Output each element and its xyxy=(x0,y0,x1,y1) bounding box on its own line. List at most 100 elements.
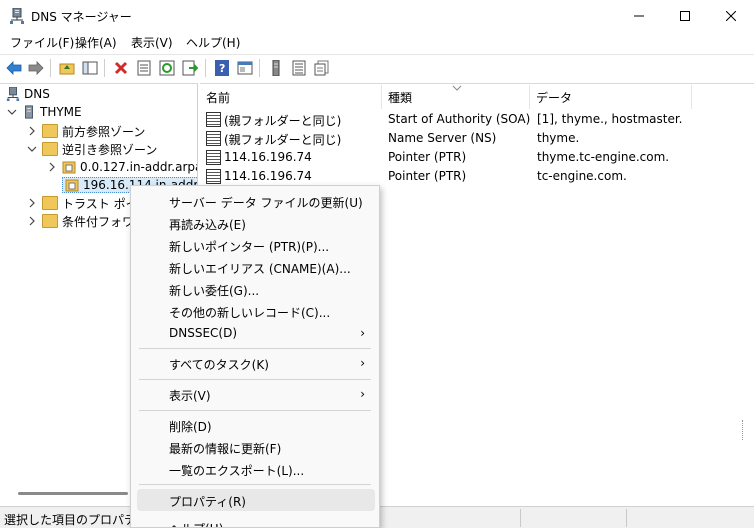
maximize-button[interactable] xyxy=(662,0,708,31)
table-row[interactable]: 114.16.196.74 Pointer (PTR) thyme.tc-eng… xyxy=(200,148,754,167)
row-name: 114.16.196.74 xyxy=(224,169,312,183)
back-arrow-icon[interactable] xyxy=(5,59,23,77)
list-icon[interactable] xyxy=(290,59,308,77)
record-icon xyxy=(206,150,221,165)
menu-item-refresh[interactable]: 最新の情報に更新(F) xyxy=(137,436,375,458)
record-icon xyxy=(206,112,221,127)
dns-icon xyxy=(6,87,20,101)
help-icon[interactable]: ? xyxy=(213,59,231,77)
menu-item-new-pointer[interactable]: 新しいポインター (PTR)(P)... xyxy=(137,234,375,256)
zone-icon xyxy=(62,161,76,174)
chevron-right-icon: › xyxy=(360,387,365,401)
row-type: Pointer (PTR) xyxy=(388,150,467,164)
menu-item-new-delegation[interactable]: 新しい委任(G)... xyxy=(137,278,375,300)
chevron-right-icon[interactable] xyxy=(26,125,38,137)
menu-help[interactable]: ヘルプ(H) xyxy=(186,34,240,51)
menu-item-reload[interactable]: 再読み込み(E) xyxy=(137,212,375,234)
tree-label-forward-zones: 前方参照ゾーン xyxy=(62,124,146,139)
row-type: Start of Authority (SOA) xyxy=(388,112,531,126)
console-tree-icon[interactable] xyxy=(236,59,254,77)
tree-node-zone-127[interactable]: 0.0.127.in-addr.arpa xyxy=(46,158,198,176)
menu-separator xyxy=(139,348,371,349)
menu-item-new-alias[interactable]: 新しいエイリアス (CNAME)(A)... xyxy=(137,256,375,278)
chevron-right-icon[interactable] xyxy=(46,161,58,173)
menu-action[interactable]: 操作(A) xyxy=(75,34,117,51)
forward-arrow-icon[interactable] xyxy=(27,59,45,77)
divider xyxy=(520,509,521,527)
table-row[interactable]: 114.16.196.74 Pointer (PTR) tc-engine.co… xyxy=(200,167,754,186)
chevron-right-icon[interactable] xyxy=(26,197,38,209)
row-name: (親フォルダーと同じ) xyxy=(224,133,342,147)
menu-separator xyxy=(139,379,371,380)
tree-node-dns[interactable]: DNS xyxy=(6,85,50,103)
close-button[interactable] xyxy=(708,0,754,31)
tree-node-forward-zones[interactable]: 前方参照ゾーン xyxy=(26,122,145,140)
menu-item-properties[interactable]: プロパティ(R) xyxy=(137,489,375,511)
minimize-icon xyxy=(634,15,644,16)
scrollbar-thumb[interactable] xyxy=(18,492,128,495)
chevron-right-icon[interactable] xyxy=(26,215,38,227)
table-row[interactable]: (親フォルダーと同じ) Name Server (NS) thyme. xyxy=(200,129,754,148)
menu-file[interactable]: ファイル(F) xyxy=(10,34,74,51)
chevron-down-icon[interactable] xyxy=(26,143,38,155)
refresh-icon[interactable] xyxy=(158,59,176,77)
menu-item-export-list[interactable]: 一覧のエクスポート(L)... xyxy=(137,458,375,480)
tree-label-server: THYME xyxy=(40,105,82,119)
column-header-name[interactable]: 名前 xyxy=(200,85,382,109)
row-name: (親フォルダーと同じ) xyxy=(224,114,342,128)
svg-text:?: ? xyxy=(219,62,225,75)
row-type: Pointer (PTR) xyxy=(388,169,467,183)
tree-label-reverse-zones: 逆引き参照ゾーン xyxy=(62,142,158,157)
context-menu: サーバー データ ファイルの更新(U) 再読み込み(E) 新しいポインター (P… xyxy=(130,185,380,528)
dns-manager-window: DNS マネージャー ファイル(F) 操作(A) 表示(V) ヘルプ(H) ? … xyxy=(0,0,754,528)
server-icon xyxy=(25,105,33,119)
menu-item-delete[interactable]: 削除(D) xyxy=(137,414,375,436)
divider xyxy=(626,509,627,527)
record-icon xyxy=(206,169,221,184)
chevron-down-icon[interactable] xyxy=(6,106,18,118)
divider xyxy=(742,420,743,440)
row-data: thyme. xyxy=(537,131,580,145)
toolbar: ? xyxy=(0,54,754,81)
chevron-right-icon: › xyxy=(360,356,365,370)
server-icon[interactable] xyxy=(267,59,285,77)
tree-node-conditional-forwarders[interactable]: 条件付フォワー xyxy=(26,212,146,230)
folder-icon xyxy=(42,214,58,228)
tree-node-server[interactable]: THYME xyxy=(6,103,82,121)
folder-icon xyxy=(42,142,58,156)
menu-item-other-records[interactable]: その他の新しいレコード(C)... xyxy=(137,300,375,322)
delete-icon[interactable] xyxy=(112,59,130,77)
export-icon[interactable] xyxy=(181,59,199,77)
chevron-right-icon: › xyxy=(360,326,365,340)
record-icon xyxy=(206,131,221,146)
window-title: DNS マネージャー xyxy=(31,10,132,24)
tree-node-reverse-zones[interactable]: 逆引き参照ゾーン xyxy=(26,140,157,158)
tree-label-zone-127: 0.0.127.in-addr.arpa xyxy=(80,160,198,174)
copy-icon[interactable] xyxy=(313,59,331,77)
up-folder-icon[interactable] xyxy=(58,59,76,77)
dns-app-icon xyxy=(10,8,24,24)
minimize-button[interactable] xyxy=(616,0,662,31)
show-hide-tree-icon[interactable] xyxy=(81,59,99,77)
row-data: thyme.tc-engine.com. xyxy=(537,150,670,164)
row-data: tc-engine.com. xyxy=(537,169,627,183)
menu-item-update-server-data[interactable]: サーバー データ ファイルの更新(U) xyxy=(137,190,375,212)
column-header-data[interactable]: データ xyxy=(530,85,692,109)
properties-icon[interactable] xyxy=(135,59,153,77)
title-bar: DNS マネージャー xyxy=(0,0,754,31)
menu-item-dnssec[interactable]: DNSSEC(D) › xyxy=(137,322,375,344)
row-name: 114.16.196.74 xyxy=(224,150,312,164)
menu-item-all-tasks[interactable]: すべてのタスク(K) › xyxy=(137,352,375,374)
folder-icon xyxy=(42,196,58,210)
menu-item-help[interactable]: ヘルプ(H) xyxy=(137,516,375,527)
menu-bar: ファイル(F) 操作(A) 表示(V) ヘルプ(H) xyxy=(0,31,754,53)
tree-label-dns: DNS xyxy=(24,87,50,101)
sort-chevron-icon xyxy=(452,85,462,91)
menu-item-view[interactable]: 表示(V) › xyxy=(137,383,375,405)
table-row[interactable]: (親フォルダーと同じ) Start of Authority (SOA) [1]… xyxy=(200,110,754,129)
column-header-type[interactable]: 種類 xyxy=(382,85,530,109)
row-data: [1], thyme., hostmaster. xyxy=(537,112,683,126)
close-icon xyxy=(726,10,736,21)
row-type: Name Server (NS) xyxy=(388,131,497,145)
menu-view[interactable]: 表示(V) xyxy=(131,34,173,51)
